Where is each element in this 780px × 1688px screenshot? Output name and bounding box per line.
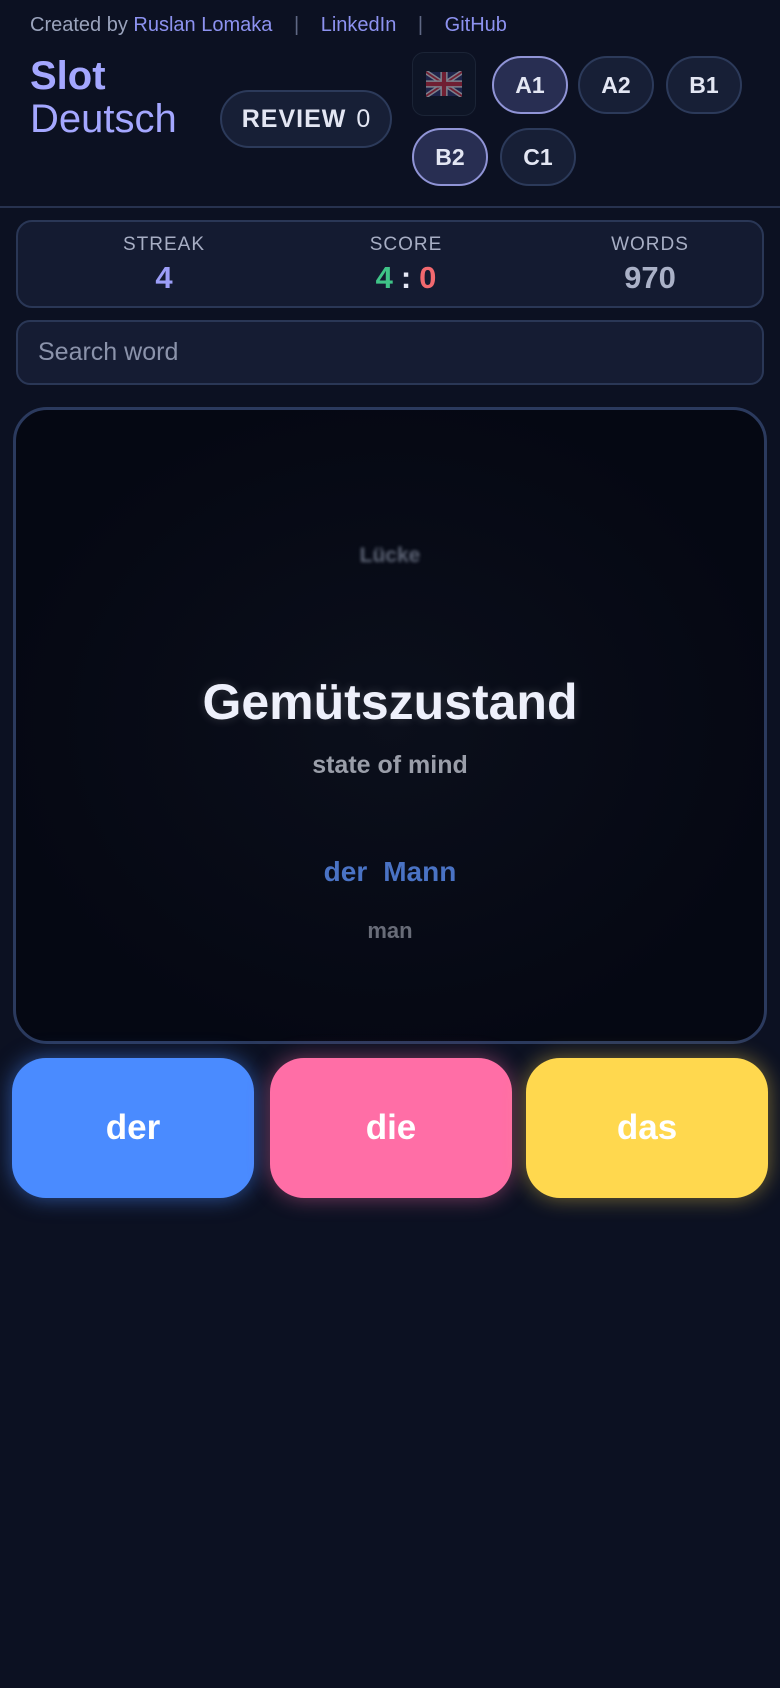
logo-subtitle: Deutsch [30, 97, 177, 141]
score-separator: : [400, 260, 412, 295]
credits-prefix: Created by [30, 14, 128, 36]
level-button-a1[interactable]: A1 [492, 56, 568, 114]
der-button[interactable]: der [12, 1058, 254, 1198]
die-button[interactable]: die [270, 1058, 512, 1198]
author-link[interactable]: Ruslan Lomaka [133, 14, 272, 36]
credits-line: Created by Ruslan Lomaka | LinkedIn | Gi… [30, 14, 507, 37]
credits-separator: | [293, 14, 300, 36]
stats-panel: STREAK 4 SCORE 4:0 WORDS 970 [16, 220, 764, 308]
next-translation: man [367, 918, 413, 943]
credits-separator: | [417, 14, 424, 36]
next-word-line: der Mann [16, 856, 764, 888]
words-value: 970 [624, 260, 676, 295]
current-translation: state of mind [312, 751, 468, 779]
github-link[interactable]: GitHub [445, 14, 507, 36]
uk-flag-icon [426, 71, 462, 97]
next-word: Mann [383, 856, 457, 887]
linkedin-link[interactable]: LinkedIn [321, 14, 397, 36]
score-stat: SCORE 4:0 [306, 234, 506, 296]
logo-title: Slot [30, 54, 106, 98]
language-toggle-button[interactable] [412, 52, 476, 116]
das-button[interactable]: das [526, 1058, 768, 1198]
score-label: SCORE [369, 234, 443, 255]
review-label: REVIEW [241, 104, 347, 133]
search-input[interactable] [16, 320, 764, 385]
review-button[interactable]: REVIEW 0 [220, 90, 392, 148]
previous-word: Lücke [359, 544, 421, 567]
level-button-b1[interactable]: B1 [666, 56, 742, 114]
streak-value: 4 [155, 260, 173, 295]
score-value: 4:0 [306, 260, 506, 296]
current-word: Gemütszustand [202, 674, 578, 730]
words-label: WORDS [611, 234, 689, 255]
score-wrong: 0 [419, 260, 437, 295]
review-count: 0 [356, 104, 371, 133]
next-article: der [323, 856, 368, 887]
app-header: Created by Ruslan Lomaka | LinkedIn | Gi… [0, 0, 780, 208]
streak-stat: STREAK 4 [64, 234, 264, 296]
words-stat: WORDS 970 [550, 234, 750, 296]
level-button-c1[interactable]: C1 [500, 128, 576, 186]
level-button-a2[interactable]: A2 [578, 56, 654, 114]
level-button-b2[interactable]: B2 [412, 128, 488, 186]
streak-label: STREAK [122, 234, 206, 255]
score-correct: 4 [375, 260, 393, 295]
word-card: Lücke Gemütszustand state of mind der Man… [13, 407, 767, 1044]
